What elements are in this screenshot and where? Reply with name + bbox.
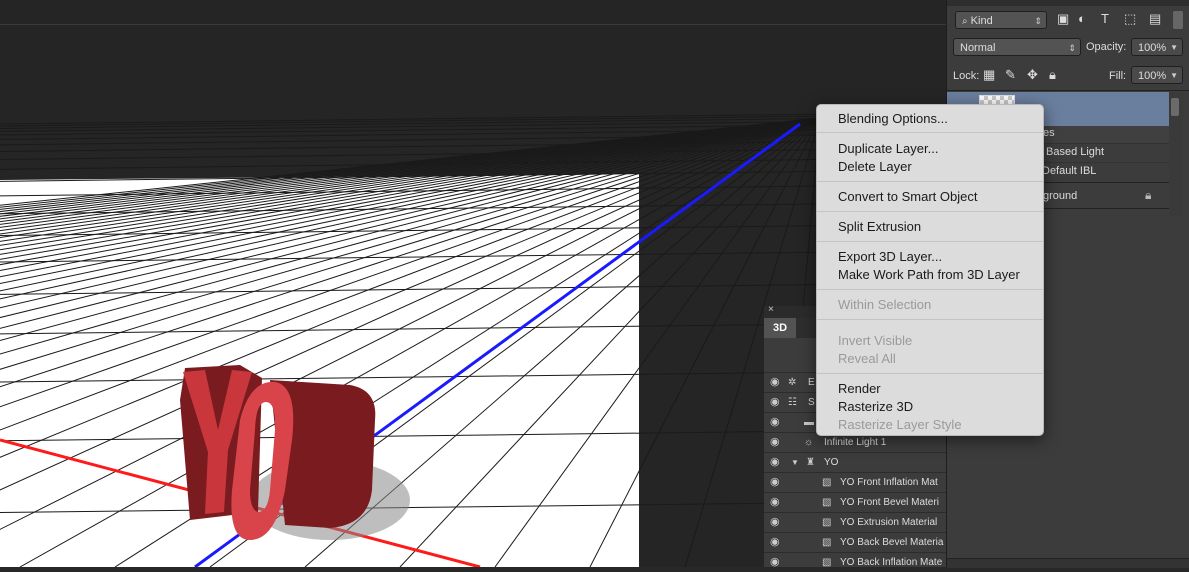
layer-sub-label: Based Light: [1046, 146, 1105, 158]
opacity-label: Opacity:: [1086, 41, 1127, 53]
panel-tabs[interactable]: [947, 0, 1189, 6]
close-icon[interactable]: ×: [768, 304, 774, 315]
3d-text-yo[interactable]: [180, 365, 376, 540]
visibility-eye-icon[interactable]: ◉: [770, 393, 780, 412]
filter-kind-select[interactable]: ⌕ Kind ⇕: [955, 11, 1047, 29]
menu-item-split-extrusion[interactable]: Split Extrusion: [838, 219, 921, 234]
scene-row-label: S: [808, 397, 815, 408]
menu-separator: [817, 181, 1043, 182]
lock-icon: 🔒︎: [1145, 188, 1152, 202]
lock-transparent-icon[interactable]: ▦: [983, 67, 995, 83]
opacity-value: 100%: [1138, 42, 1167, 54]
menu-item-invert-visible: Invert Visible: [838, 333, 913, 348]
scene-row-material[interactable]: ◉ ▧ YO Back Bevel Materia: [764, 532, 946, 552]
lock-label: Lock:: [953, 70, 980, 82]
mesh-icon: ♜: [806, 457, 815, 468]
adjustment-filter-icon[interactable]: ◐: [1078, 11, 1086, 27]
menu-item-delete-layer[interactable]: Delete Layer: [838, 159, 912, 174]
menu-item-make-work-path[interactable]: Make Work Path from 3D Layer: [838, 267, 1020, 282]
menu-separator: [817, 211, 1043, 212]
visibility-eye-icon[interactable]: ◉: [770, 513, 780, 532]
filter-kind-label: Kind: [970, 15, 993, 27]
visibility-eye-icon[interactable]: ◉: [770, 433, 780, 452]
menu-item-export-3d-layer[interactable]: Export 3D Layer...: [838, 249, 942, 264]
material-icon: ▧: [822, 557, 832, 568]
menu-item-within-selection: Within Selection: [838, 297, 932, 312]
scene-row-label: YO Back Bevel Materia: [840, 537, 944, 548]
menu-item-render[interactable]: Render: [838, 381, 881, 396]
blend-mode-select[interactable]: Normal ⇕: [953, 38, 1081, 56]
pixel-filter-icon[interactable]: ▣: [1057, 11, 1069, 27]
visibility-eye-icon[interactable]: ◉: [770, 493, 780, 512]
menu-item-reveal-all: Reveal All: [838, 351, 896, 366]
blend-mode-label: Normal: [960, 42, 996, 54]
divider: [947, 90, 1189, 91]
lock-pixels-brush-icon[interactable]: ✎: [1005, 67, 1016, 83]
expand-triangle-icon[interactable]: ▼: [791, 453, 799, 472]
camera-icon: ▬: [804, 417, 814, 428]
scene-row-label: E: [808, 377, 815, 388]
menu-item-duplicate-layer[interactable]: Duplicate Layer...: [838, 141, 938, 156]
menu-separator: [817, 319, 1043, 320]
visibility-eye-icon[interactable]: ◉: [770, 553, 780, 572]
menu-separator: [817, 241, 1043, 242]
menu-item-rasterize-3d[interactable]: Rasterize 3D: [838, 399, 913, 414]
scene-row-label: YO Front Bevel Materi: [840, 497, 939, 508]
scrollbar-thumb[interactable]: [1171, 98, 1179, 116]
chevron-down-icon: ▼: [1170, 71, 1178, 80]
search-icon: ⌕: [962, 16, 968, 27]
fill-value: 100%: [1138, 70, 1167, 82]
visibility-eye-icon[interactable]: ◉: [770, 373, 780, 392]
scene-row-label: YO Back Inflation Mate: [840, 557, 943, 568]
menu-item-rasterize-layer-style: Rasterize Layer Style: [838, 417, 962, 432]
shape-filter-icon[interactable]: ⬚: [1124, 11, 1136, 27]
tab-3d[interactable]: 3D: [764, 318, 796, 338]
scene-row-label: YO Extrusion Material: [840, 517, 938, 528]
layers-scrollbar[interactable]: [1169, 92, 1183, 217]
menu-item-convert-to-smart-object[interactable]: Convert to Smart Object: [838, 189, 977, 204]
layer-label: ground: [1043, 190, 1078, 202]
visibility-eye-icon[interactable]: ◉: [770, 413, 780, 432]
lock-all-icon[interactable]: 🔒︎: [1049, 67, 1056, 83]
chevron-updown-icon: ⇕: [1068, 43, 1076, 53]
filter-toggle[interactable]: [1173, 11, 1183, 29]
visibility-eye-icon[interactable]: ◉: [770, 473, 780, 492]
menu-separator: [817, 132, 1043, 133]
environment-icon: ✲: [788, 377, 797, 388]
visibility-eye-icon[interactable]: ◉: [770, 533, 780, 552]
material-icon: ▧: [822, 477, 832, 488]
scene-row-mesh-yo[interactable]: ◉ ▼ ♜ YO: [764, 452, 946, 472]
scene-row-label: YO: [824, 457, 839, 468]
type-filter-icon[interactable]: T: [1101, 11, 1109, 27]
scene-row-label: YO Front Inflation Mat: [840, 477, 938, 488]
fill-label: Fill:: [1109, 70, 1127, 82]
scene-icon: ☷: [788, 397, 797, 408]
light-icon: ☼: [804, 437, 814, 448]
scene-row-material[interactable]: ◉ ▧ YO Front Bevel Materi: [764, 492, 946, 512]
material-icon: ▧: [822, 537, 832, 548]
menu-separator: [817, 289, 1043, 290]
material-icon: ▧: [822, 517, 832, 528]
lock-position-move-icon[interactable]: ✥: [1027, 67, 1038, 83]
chevron-updown-icon: ⇕: [1034, 16, 1042, 26]
scene-row-material[interactable]: ◉ ▧ YO Front Inflation Mat: [764, 472, 946, 492]
scene-row-material[interactable]: ◉ ▧ YO Back Inflation Mate: [764, 552, 946, 568]
menu-item-blending-options[interactable]: Blending Options...: [838, 111, 948, 126]
scene-row-material[interactable]: ◉ ▧ YO Extrusion Material: [764, 512, 946, 532]
smart-object-filter-icon[interactable]: ▤: [1149, 11, 1161, 27]
layer-sub-label: es: [1043, 127, 1055, 139]
layer-sub-label: Default IBL: [1042, 165, 1097, 177]
visibility-eye-icon[interactable]: ◉: [770, 453, 780, 472]
chevron-down-icon: ▼: [1170, 43, 1178, 52]
menu-separator: [817, 373, 1043, 374]
layer-context-menu: Blending Options... Duplicate Layer... D…: [816, 104, 1044, 436]
opacity-field[interactable]: 100% ▼: [1131, 38, 1183, 56]
material-icon: ▧: [822, 497, 832, 508]
fill-field[interactable]: 100% ▼: [1131, 66, 1183, 84]
